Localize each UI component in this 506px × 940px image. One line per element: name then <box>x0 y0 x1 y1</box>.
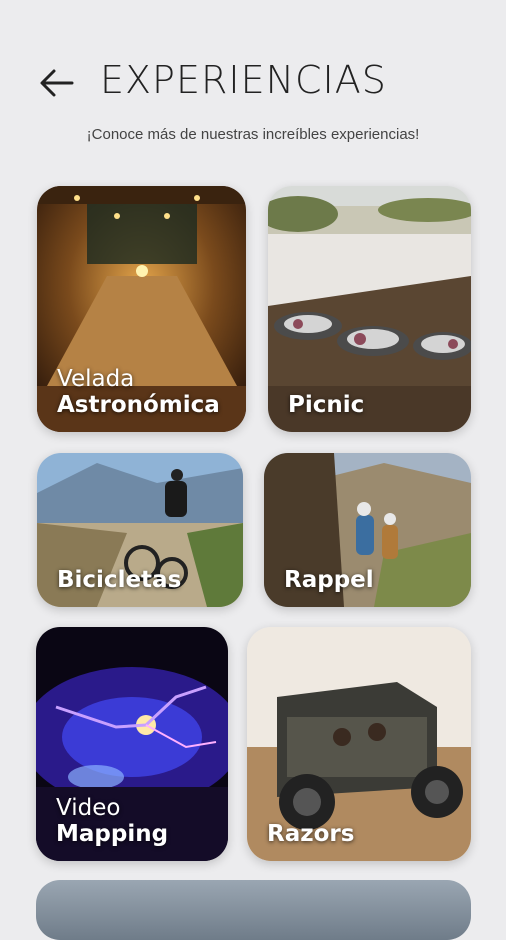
experience-label: Picnic <box>288 391 365 418</box>
experience-label-line1: Video <box>56 795 121 822</box>
header: EXPERIENCIAS <box>0 52 506 112</box>
experience-card-picnic[interactable]: Picnic <box>268 186 471 432</box>
experience-label-text: Rappel <box>284 566 374 593</box>
experience-label-text: Razors <box>267 820 355 847</box>
experience-label: Rappel <box>284 566 374 593</box>
experience-label: Video Mapping <box>56 796 168 847</box>
experience-label-line2: Mapping <box>56 820 169 847</box>
experience-label-line1: Velada <box>57 366 135 393</box>
experience-card-video-mapping[interactable]: Video Mapping <box>36 627 228 861</box>
experience-label-text: Picnic <box>288 391 365 418</box>
experience-label-text: Bicicletas <box>57 566 182 593</box>
experience-label: Bicicletas <box>57 566 182 593</box>
experience-card-bicicletas[interactable]: Bicicletas <box>37 453 243 607</box>
page-title: EXPERIENCIAS <box>100 58 387 102</box>
experience-label: Velada Astronómica <box>57 367 220 418</box>
experience-card-rappel[interactable]: Rappel <box>264 453 471 607</box>
experience-card-partial[interactable] <box>36 880 471 940</box>
experience-card-velada-astronomica[interactable]: Velada Astronómica <box>37 186 246 432</box>
page-subtitle: ¡Conoce más de nuestras increíbles exper… <box>86 126 420 143</box>
back-button[interactable] <box>36 66 76 100</box>
experience-label: Razors <box>267 820 355 847</box>
arrow-left-icon <box>40 69 74 97</box>
experience-card-razors[interactable]: Razors <box>247 627 471 861</box>
experience-label-line2: Astronómica <box>57 391 220 418</box>
